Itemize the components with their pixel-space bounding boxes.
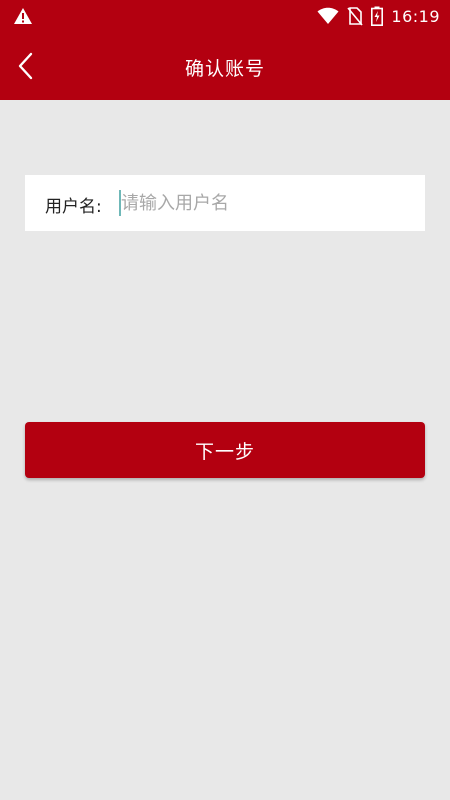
no-sim-icon <box>347 7 364 26</box>
wifi-icon <box>317 7 339 24</box>
battery-charging-icon <box>371 6 384 26</box>
status-time: 16:19 <box>391 6 440 26</box>
next-button[interactable]: 下一步 <box>25 422 425 478</box>
username-input[interactable] <box>121 183 411 223</box>
next-button-label: 下一步 <box>194 440 255 463</box>
username-label: 用户名: <box>45 197 102 217</box>
status-bar: 16:19 <box>0 0 450 32</box>
username-field: 用户名: <box>25 175 425 231</box>
app-bar: 确认账号 <box>0 32 450 100</box>
page-title: 确认账号 <box>184 58 265 80</box>
status-icons: 16:19 <box>317 5 440 27</box>
warning-icon <box>14 8 32 24</box>
